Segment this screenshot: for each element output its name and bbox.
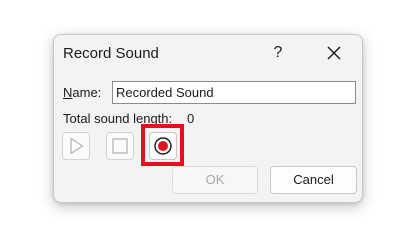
cancel-button[interactable]: Cancel — [270, 166, 357, 194]
name-label-accelerator: N — [63, 85, 73, 100]
stop-button[interactable] — [106, 132, 134, 160]
dialog-title: Record Sound — [63, 45, 159, 62]
close-icon — [327, 46, 341, 60]
stop-icon — [112, 138, 128, 154]
help-button[interactable]: ? — [266, 41, 290, 65]
play-button[interactable] — [62, 132, 90, 160]
name-input[interactable] — [112, 81, 356, 104]
ok-button[interactable]: OK — [172, 166, 258, 194]
record-sound-dialog: Record Sound ? Name: Total sound length:… — [53, 34, 363, 203]
play-icon — [70, 137, 84, 155]
name-label-rest: ame: — [72, 85, 102, 100]
close-button[interactable] — [322, 41, 346, 65]
name-label: Name: — [63, 85, 101, 101]
sound-length-value: 0 — [187, 111, 195, 126]
record-button-highlight — [141, 124, 184, 166]
